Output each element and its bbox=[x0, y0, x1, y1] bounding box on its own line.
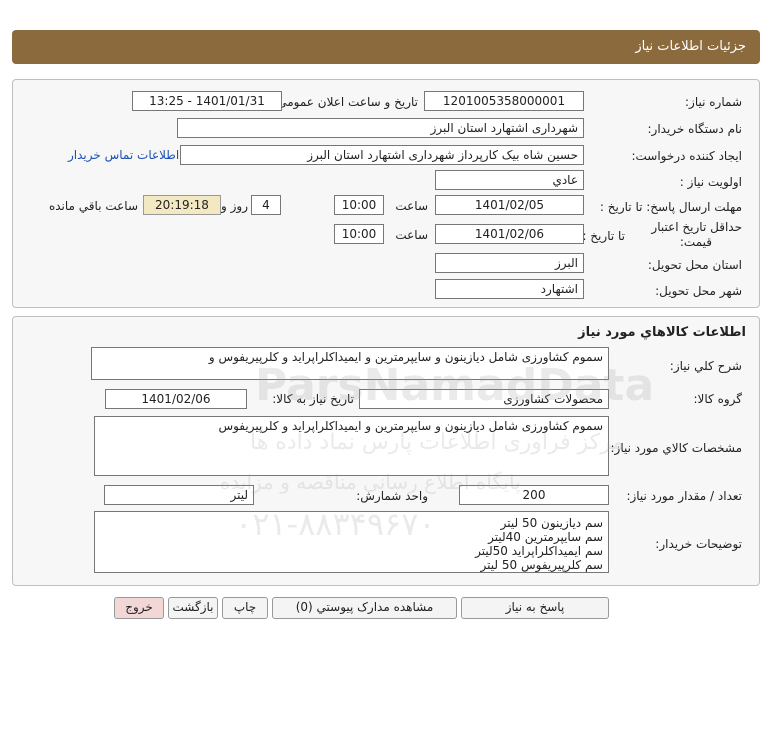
specs-label: مشخصات کالاي مورد نياز: bbox=[610, 441, 742, 455]
validity-label-2: قيمت: bbox=[679, 235, 712, 249]
province-field: البرز bbox=[435, 253, 584, 273]
buyer-note-line: سم کلرپیریفوس 50 لیتر bbox=[480, 558, 603, 572]
validity-time-field: 10:00 bbox=[334, 224, 384, 244]
requester-field: حسين شاه بيک کارپرداز شهرداری اشتهارد اس… bbox=[180, 145, 584, 165]
buyer-org-field: شهرداری اشتهارد استان البرز bbox=[177, 118, 584, 138]
announce-field: 1401/01/31 - 13:25 bbox=[132, 91, 282, 111]
buyer-notes-label: توضيحات خريدار: bbox=[655, 537, 742, 551]
view-attachments-button[interactable]: مشاهده مدارک پيوستي (0) bbox=[272, 597, 457, 619]
province-label: استان محل تحويل: bbox=[647, 258, 742, 272]
days-field: 4 bbox=[251, 195, 281, 215]
unit-label: واحد شمارش: bbox=[356, 489, 428, 503]
page-header: جزئيات اطلاعات نياز bbox=[12, 30, 760, 64]
remaining-time-field: 20:19:18 bbox=[143, 195, 221, 215]
city-field: اشتهارد bbox=[435, 279, 584, 299]
announce-label: تاريخ و ساعت اعلان عمومی: bbox=[273, 95, 418, 109]
buyer-note-line: سم دیازینون 50 لیتر bbox=[500, 516, 603, 530]
remaining-label: ساعت باقي مانده bbox=[48, 199, 138, 213]
buyer-note-line: سم سایپرمترین 40لیتر bbox=[488, 530, 603, 544]
qty-label: تعداد / مقدار مورد نياز: bbox=[626, 489, 742, 503]
city-label: شهر محل تحويل: bbox=[655, 284, 742, 298]
validity-label-1: حداقل تاريخ اعتبار bbox=[651, 220, 742, 234]
validity-to-label: تا تاریخ : bbox=[582, 229, 625, 243]
page-title: جزئيات اطلاعات نياز bbox=[635, 39, 746, 54]
priority-label: اولويت نياز : bbox=[679, 175, 742, 189]
requester-label: ايجاد کننده درخواست: bbox=[631, 149, 742, 163]
unit-field: ليتر bbox=[104, 485, 254, 505]
reply-button[interactable]: پاسخ به نياز bbox=[461, 597, 609, 619]
validity-date-field: 1401/02/06 bbox=[435, 224, 584, 244]
buyer-notes-field: سم دیازینون 50 لیتر سم سایپرمترین 40لیتر… bbox=[94, 511, 609, 573]
deadline-date-field: 1401/02/05 bbox=[435, 195, 584, 215]
summary-field: سموم کشاورزی شامل دیازینون و سایپرمترین … bbox=[91, 347, 609, 380]
goods-section-title: اطلاعات کالاهاي مورد نياز bbox=[578, 325, 746, 340]
need-number-field: 1201005358000001 bbox=[424, 91, 584, 111]
print-button[interactable]: چاپ bbox=[222, 597, 268, 619]
qty-field: 200 bbox=[459, 485, 609, 505]
need-info-panel bbox=[12, 79, 760, 308]
group-label: گروه کالا: bbox=[693, 392, 743, 406]
priority-field: عادي bbox=[435, 170, 584, 190]
deadline-time-label: ساعت bbox=[395, 199, 428, 213]
deadline-label: مهلت ارسال پاسخ: تا تاریخ : bbox=[599, 200, 742, 214]
group-field: محصولات کشاورزی bbox=[359, 389, 609, 409]
need-date-field: 1401/02/06 bbox=[105, 389, 247, 409]
validity-time-label: ساعت bbox=[395, 228, 428, 242]
specs-field: سموم کشاورزی شامل دیازینون و سایپرمترین … bbox=[94, 416, 609, 476]
summary-label: شرح کلي نياز: bbox=[669, 359, 742, 373]
back-button[interactable]: بازگشت bbox=[168, 597, 218, 619]
contact-buyer-link[interactable]: اطلاعات تماس خريدار bbox=[68, 148, 179, 162]
buyer-note-line: سم ایمیداکلراپراید 50لیتر bbox=[475, 544, 603, 558]
days-label: روز و bbox=[221, 199, 248, 213]
exit-button[interactable]: خروج bbox=[114, 597, 164, 619]
deadline-time-field: 10:00 bbox=[334, 195, 384, 215]
need-number-label: شماره نياز: bbox=[685, 95, 742, 109]
need-date-label: تاريخ نياز به کالا: bbox=[272, 392, 354, 406]
buyer-org-label: نام دستگاه خريدار: bbox=[647, 122, 743, 136]
